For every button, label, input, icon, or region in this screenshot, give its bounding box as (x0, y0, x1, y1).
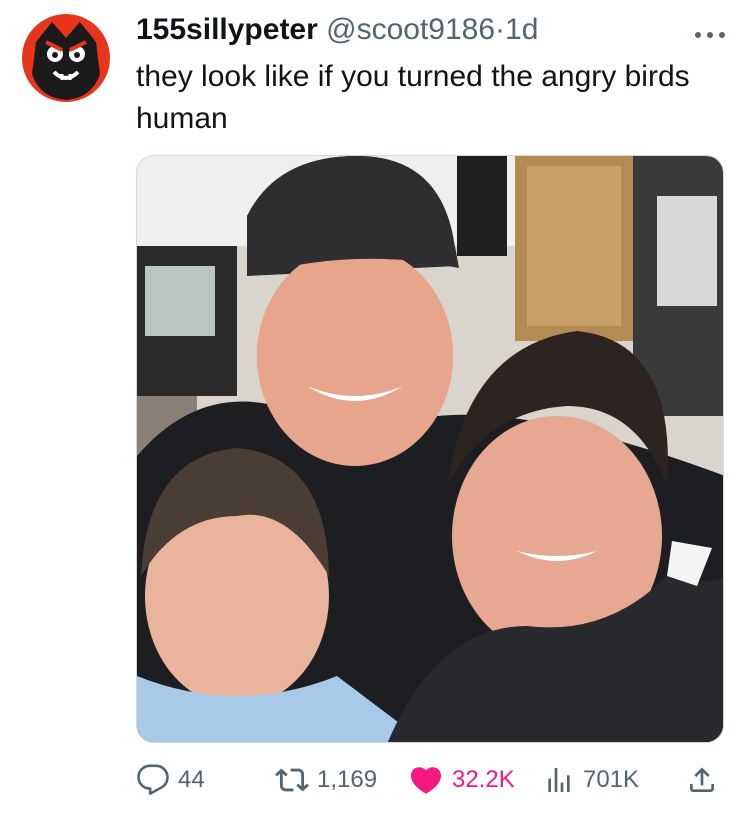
angry-face-avatar-icon (22, 14, 110, 102)
reply-bubble-icon (137, 764, 169, 795)
timestamp[interactable]: 1d (505, 13, 538, 46)
retweet-icon (275, 768, 309, 792)
display-name[interactable]: 155sillypeter (136, 13, 318, 46)
share-button[interactable] (686, 755, 718, 805)
separator-dot: · (495, 13, 506, 46)
share-upload-icon (690, 767, 714, 792)
more-dots-icon[interactable] (690, 28, 730, 42)
heart-icon (410, 767, 442, 794)
reply-button[interactable]: 44 (136, 755, 205, 805)
view-count: 701K (583, 766, 640, 793)
avatar[interactable] (22, 14, 110, 102)
reply-count: 44 (178, 766, 205, 793)
user-handle[interactable]: @scoot9186 (326, 13, 495, 46)
action-bar: 44 1,169 32.2K 701K (0, 755, 750, 805)
photo-image (137, 156, 723, 742)
tweet-text: they look like if you turned the angry b… (136, 60, 690, 135)
tweet-photo[interactable] (136, 155, 724, 743)
retweet-count: 1,169 (317, 766, 378, 793)
like-count: 32.2K (452, 766, 515, 793)
retweet-button[interactable]: 1,169 (275, 755, 377, 805)
views-button[interactable]: 701K (543, 755, 639, 805)
views-bars-icon (548, 768, 570, 792)
tweet-header: 155sillypeter @scoot9186·1d (136, 10, 538, 50)
like-button[interactable]: 32.2K (408, 755, 515, 805)
